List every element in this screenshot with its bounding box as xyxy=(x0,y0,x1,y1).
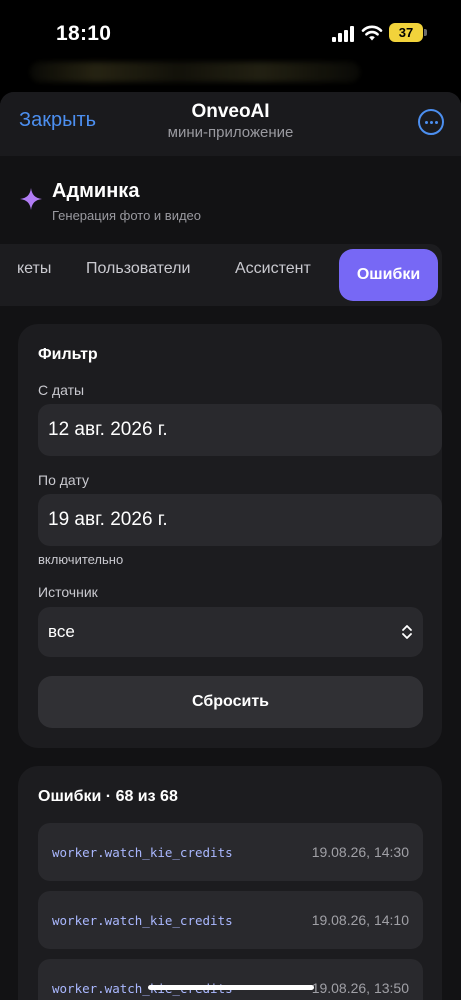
nav-bar: Закрыть OnveoAI мини-приложение xyxy=(0,92,461,156)
to-date-value: 19 авг. 2026 г. xyxy=(48,509,168,530)
inclusive-hint: включительно xyxy=(38,552,124,567)
source-select-value: все xyxy=(48,622,75,641)
page-title: Админка xyxy=(52,180,140,202)
error-source: worker.watch_kie_credits xyxy=(52,845,233,860)
tab-users[interactable]: Пользователи xyxy=(86,260,190,278)
error-row[interactable]: worker.watch_kie_credits 19.08.26, 14:30 xyxy=(38,823,423,881)
more-options-icon[interactable] xyxy=(418,109,444,135)
to-date-field[interactable]: 19 авг. 2026 г. xyxy=(38,494,442,546)
error-timestamp: 19.08.26, 14:30 xyxy=(311,844,409,860)
error-row[interactable]: worker.watch_kie_credits 19.08.26, 13:50 xyxy=(38,959,423,1000)
cellular-signal-icon xyxy=(332,26,354,42)
source-select[interactable]: все xyxy=(38,607,423,657)
nav-title: OnveoAI xyxy=(191,101,270,122)
home-indicator[interactable] xyxy=(148,985,314,990)
from-date-label: С даты xyxy=(38,382,85,398)
mini-app-sheet: Закрыть OnveoAI мини-приложение Админка … xyxy=(0,92,461,1000)
tabs-bar[interactable]: кеты Пользователи Ассистент Ошибки xyxy=(0,244,442,306)
from-date-value: 12 авг. 2026 г. xyxy=(48,419,168,440)
tab-assistant[interactable]: Ассистент xyxy=(235,260,311,278)
status-time: 18:10 xyxy=(56,22,112,45)
error-row[interactable]: worker.watch_kie_credits 19.08.26, 14:10 xyxy=(38,891,423,949)
reset-button[interactable]: Сбросить xyxy=(38,676,423,728)
tab-tickets[interactable]: кеты xyxy=(17,260,51,278)
from-date-field[interactable]: 12 авг. 2026 г. xyxy=(38,404,442,456)
filter-card: Фильтр С даты 12 авг. 2026 г. По дату 19… xyxy=(18,324,442,748)
page-subtitle: Генерация фото и видео xyxy=(52,208,202,223)
nav-subtitle: мини-приложение xyxy=(167,124,294,141)
wifi-icon xyxy=(361,25,383,41)
errors-card: Ошибки · 68 из 68 worker.watch_kie_credi… xyxy=(18,766,442,1000)
to-date-label: По дату xyxy=(38,472,89,488)
background-app-preview xyxy=(30,62,360,82)
error-source: worker.watch_kie_credits xyxy=(52,913,233,928)
battery-cap xyxy=(424,29,427,36)
error-timestamp: 19.08.26, 14:10 xyxy=(311,912,409,928)
error-timestamp: 19.08.26, 13:50 xyxy=(311,980,409,996)
sparkle-icon xyxy=(20,188,42,210)
main-content: Админка Генерация фото и видео кеты Поль… xyxy=(0,156,461,1000)
tab-errors[interactable]: Ошибки xyxy=(339,249,438,301)
filter-title: Фильтр xyxy=(38,346,98,363)
chevron-up-down-icon xyxy=(402,625,412,639)
source-label: Источник xyxy=(38,584,98,600)
errors-title: Ошибки · 68 из 68 xyxy=(38,788,178,805)
status-bar: 18:10 37 xyxy=(0,0,461,60)
battery-level: 37 xyxy=(389,23,423,42)
